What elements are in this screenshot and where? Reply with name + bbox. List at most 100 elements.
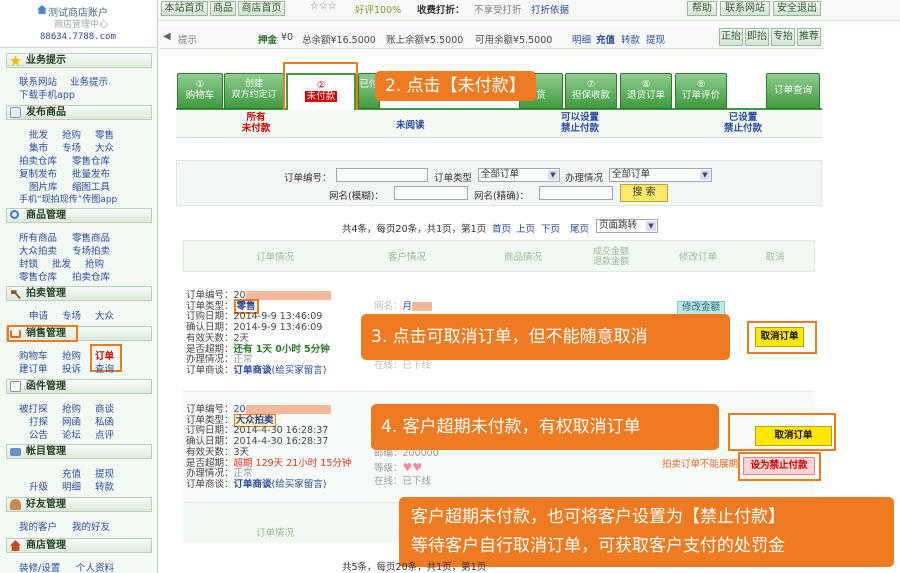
link-special-auction[interactable]: 专场拍卖 bbox=[72, 243, 110, 257]
link-notice[interactable]: 公告 bbox=[29, 427, 48, 441]
link-retail-goods[interactable]: 零售商品 bbox=[72, 230, 110, 244]
modify-amount-button[interactable]: 修改金额 bbox=[677, 301, 725, 315]
link-apply[interactable]: 申请 bbox=[29, 308, 48, 322]
page-prev[interactable]: 上页 bbox=[516, 221, 535, 235]
link-thumb-tool[interactable]: 缩图工具 bbox=[72, 179, 110, 193]
link-rush-3[interactable]: 抢购 bbox=[62, 348, 81, 362]
link-store-settings[interactable]: 装修/设置 bbox=[19, 560, 60, 573]
section-store[interactable]: 商店管理 bbox=[6, 538, 152, 553]
page-next[interactable]: 下页 bbox=[541, 221, 560, 235]
status-select[interactable]: 全部订单 ▼ bbox=[609, 168, 712, 182]
link-rush[interactable]: 抢购 bbox=[62, 127, 81, 141]
link-withdraw-top[interactable]: 提现 bbox=[646, 32, 665, 46]
section-goods[interactable]: 商品管理 bbox=[6, 208, 152, 223]
link-inquired[interactable]: 被打探 bbox=[19, 401, 48, 415]
link-my-friends[interactable]: 我的好友 bbox=[72, 519, 110, 533]
nav-contact[interactable]: 联系网站 bbox=[720, 1, 770, 16]
link-create-order[interactable]: 建订单 bbox=[19, 361, 48, 375]
section-business-tips[interactable]: 业务提示 bbox=[6, 53, 152, 68]
order-1-talk-link[interactable]: 订单商谈 bbox=[234, 365, 272, 376]
link-market[interactable]: 集市 bbox=[29, 140, 48, 154]
order-query-button[interactable]: 订单查询 bbox=[766, 73, 820, 109]
link-complaint[interactable]: 投诉 bbox=[62, 361, 81, 375]
tab-escrow[interactable]: ⑦ 担保收款 bbox=[565, 73, 617, 109]
link-profile[interactable]: 个人资料 bbox=[76, 560, 114, 573]
section-letters[interactable]: 函件管理 bbox=[6, 379, 152, 394]
page-first[interactable]: 首页 bbox=[492, 221, 511, 235]
subtab-forbidden[interactable]: 已设置 禁止付款 bbox=[713, 112, 773, 134]
sidebar: 测试商店账户 商店管理中心 88634.7788.com 业务提示 联系网站 业… bbox=[0, 0, 158, 573]
tab-evaluate[interactable]: ⑨ 订单评价 bbox=[675, 73, 727, 109]
link-private-letter[interactable]: 私函 bbox=[95, 414, 114, 428]
link-image-lib[interactable]: 图片库 bbox=[29, 179, 58, 193]
subtab-can-forbid[interactable]: 可以设置 禁止付款 bbox=[550, 112, 610, 134]
search-button[interactable]: 搜 索 bbox=[620, 184, 668, 202]
link-special[interactable]: 专场 bbox=[62, 140, 81, 154]
link-detail-top[interactable]: 明细 bbox=[572, 32, 591, 46]
nav-zhuantai[interactable]: 专抬 bbox=[771, 28, 795, 46]
link-business-tips[interactable]: 业务提示 bbox=[70, 74, 108, 88]
nav-recommend[interactable]: 推荐 bbox=[797, 28, 821, 46]
link-batch-publish[interactable]: 批量发布 bbox=[72, 166, 110, 180]
exact-name-input[interactable] bbox=[539, 186, 613, 200]
link-forum[interactable]: 论坛 bbox=[62, 427, 81, 441]
link-transfer[interactable]: 转款 bbox=[95, 479, 114, 493]
link-my-customers[interactable]: 我的客户 bbox=[19, 519, 57, 533]
link-photo-app[interactable]: 手机“现拍现传”传图app bbox=[19, 192, 117, 205]
section-auction[interactable]: 拍卖管理 bbox=[6, 286, 152, 301]
fuzzy-name-input[interactable] bbox=[394, 186, 468, 200]
nav-help[interactable]: 帮助 bbox=[687, 1, 717, 16]
nav-goods[interactable]: 商品 bbox=[210, 1, 236, 16]
link-detail[interactable]: 明细 bbox=[62, 479, 81, 493]
nav-zhengtai[interactable]: 正抬 bbox=[719, 28, 743, 46]
section-accounts[interactable]: 帐目管理 bbox=[6, 444, 152, 459]
link-upgrade[interactable]: 升级 bbox=[29, 479, 48, 493]
link-recharge[interactable]: 充值 bbox=[62, 466, 81, 480]
subtab-all-unpaid[interactable]: 所有 未付款 bbox=[232, 112, 280, 134]
link-negotiate[interactable]: 商谈 bbox=[95, 401, 114, 415]
page-last[interactable]: 尾页 bbox=[570, 221, 589, 235]
link-cart[interactable]: 购物车 bbox=[19, 348, 48, 362]
link-wholesale[interactable]: 批发 bbox=[29, 127, 48, 141]
link-recharge-top[interactable]: 充值 bbox=[596, 32, 615, 46]
link-special-2[interactable]: 专场 bbox=[62, 308, 81, 322]
link-block[interactable]: 封锁 bbox=[19, 256, 38, 270]
link-wholesale-2[interactable]: 批发 bbox=[52, 256, 71, 270]
link-copy-publish[interactable]: 复制发布 bbox=[19, 166, 57, 180]
link-rush-4[interactable]: 抢购 bbox=[62, 401, 81, 415]
link-inquire[interactable]: 打探 bbox=[29, 414, 48, 428]
tab-returns[interactable]: ⑧ 退货订单 bbox=[620, 73, 672, 109]
section-friends[interactable]: 好友管理 bbox=[6, 497, 152, 512]
subtab-unread[interactable]: 未阅读 bbox=[396, 117, 425, 131]
link-withdraw[interactable]: 提现 bbox=[95, 466, 114, 480]
nav-site-home[interactable]: 本站首页 bbox=[161, 1, 208, 16]
link-download-app[interactable]: 下载手机app bbox=[19, 87, 75, 101]
tab-create-order[interactable]: 创建 双方约定订 bbox=[224, 73, 284, 109]
collect-link[interactable]: 打折依据 bbox=[531, 2, 569, 16]
order-2-talk-link[interactable]: 订单商谈 bbox=[234, 479, 272, 490]
nav-logout[interactable]: 安全退出 bbox=[773, 1, 821, 16]
th-goods: 商品情况 bbox=[503, 252, 542, 263]
order-no-input[interactable] bbox=[336, 168, 428, 182]
link-retail-stock-2[interactable]: 零售仓库 bbox=[19, 269, 57, 283]
section-publish[interactable]: 发布商品 bbox=[6, 105, 152, 120]
link-transfer-top[interactable]: 转款 bbox=[621, 32, 640, 46]
link-auction-stock[interactable]: 拍卖仓库 bbox=[19, 153, 57, 167]
nav-jitai[interactable]: 即抬 bbox=[745, 28, 769, 46]
page-jump-select[interactable]: 页面跳转 ▼ bbox=[596, 219, 658, 233]
link-public[interactable]: 大众 bbox=[95, 140, 114, 154]
link-auction-stock-2[interactable]: 拍卖仓库 bbox=[72, 269, 110, 283]
link-web-letter[interactable]: 网函 bbox=[62, 414, 81, 428]
link-query[interactable]: 查询 bbox=[95, 361, 114, 375]
link-retail-stock[interactable]: 零售仓库 bbox=[72, 153, 110, 167]
link-public-auction[interactable]: 大众拍卖 bbox=[19, 243, 57, 257]
order-type-select[interactable]: 全部订单 ▼ bbox=[478, 168, 560, 182]
link-all-goods[interactable]: 所有商品 bbox=[19, 230, 57, 244]
link-rush-2[interactable]: 抢购 bbox=[85, 256, 104, 270]
link-contact-site[interactable]: 联系网站 bbox=[19, 74, 57, 88]
link-public-2[interactable]: 大众 bbox=[95, 308, 114, 322]
nav-store-home[interactable]: 商店首页 bbox=[238, 1, 285, 16]
link-review[interactable]: 点评 bbox=[95, 427, 114, 441]
link-retail[interactable]: 零售 bbox=[95, 127, 114, 141]
tab-cart[interactable]: ① 购物车 bbox=[177, 73, 223, 109]
